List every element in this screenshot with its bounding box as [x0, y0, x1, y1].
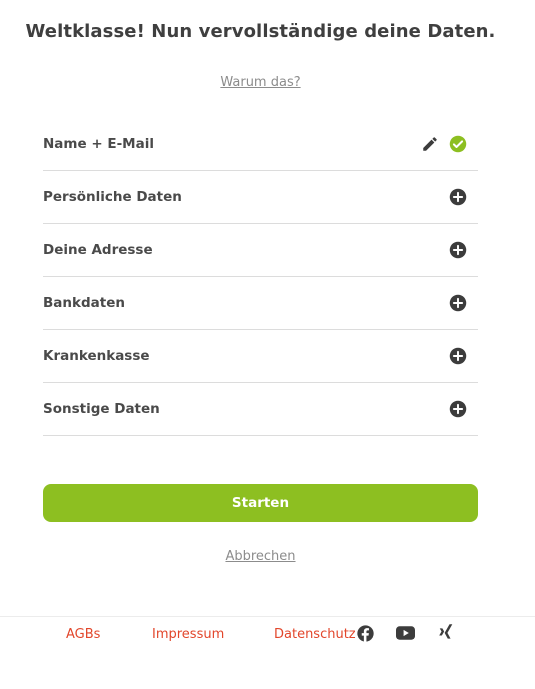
facebook-icon[interactable] [355, 623, 375, 643]
section-row-health-insurance[interactable]: Krankenkasse [43, 330, 478, 383]
plus-circle-icon[interactable] [449, 400, 467, 418]
plus-circle-icon[interactable] [449, 294, 467, 312]
why-link[interactable]: Warum das? [0, 75, 521, 90]
section-icons [449, 241, 478, 259]
footer-link-agbs[interactable]: AGBs [66, 627, 100, 642]
plus-circle-icon[interactable] [449, 347, 467, 365]
section-icons [449, 400, 478, 418]
plus-circle-icon[interactable] [449, 241, 467, 259]
section-label: Sonstige Daten [43, 401, 160, 417]
footer-link-impressum[interactable]: Impressum [152, 627, 224, 642]
section-row-name-email[interactable]: Name + E-Mail [43, 118, 478, 171]
section-row-bank-data[interactable]: Bankdaten [43, 277, 478, 330]
section-icons [421, 135, 478, 153]
pencil-icon[interactable] [421, 135, 439, 153]
section-list: Name + E-Mail Persönliche Daten Deine Ad… [43, 118, 478, 436]
section-label: Krankenkasse [43, 348, 150, 364]
section-label: Bankdaten [43, 295, 125, 311]
section-row-other-data[interactable]: Sonstige Daten [43, 383, 478, 436]
footer-link-datenschutz[interactable]: Datenschutz [274, 627, 356, 642]
check-circle-icon [449, 135, 467, 153]
section-label: Name + E-Mail [43, 136, 154, 152]
section-icons [449, 294, 478, 312]
section-icons [449, 188, 478, 206]
youtube-icon[interactable] [395, 623, 415, 643]
footer: AGBs Impressum Datenschutz [0, 616, 535, 689]
section-icons [449, 347, 478, 365]
section-row-address[interactable]: Deine Adresse [43, 224, 478, 277]
xing-icon[interactable] [436, 623, 456, 643]
section-label: Persönliche Daten [43, 189, 182, 205]
page-title: Weltklasse! Nun vervollständige deine Da… [25, 21, 496, 42]
section-label: Deine Adresse [43, 242, 153, 258]
start-button[interactable]: Starten [43, 484, 478, 522]
section-row-personal-data[interactable]: Persönliche Daten [43, 171, 478, 224]
plus-circle-icon[interactable] [449, 188, 467, 206]
cancel-link[interactable]: Abbrechen [0, 549, 521, 564]
